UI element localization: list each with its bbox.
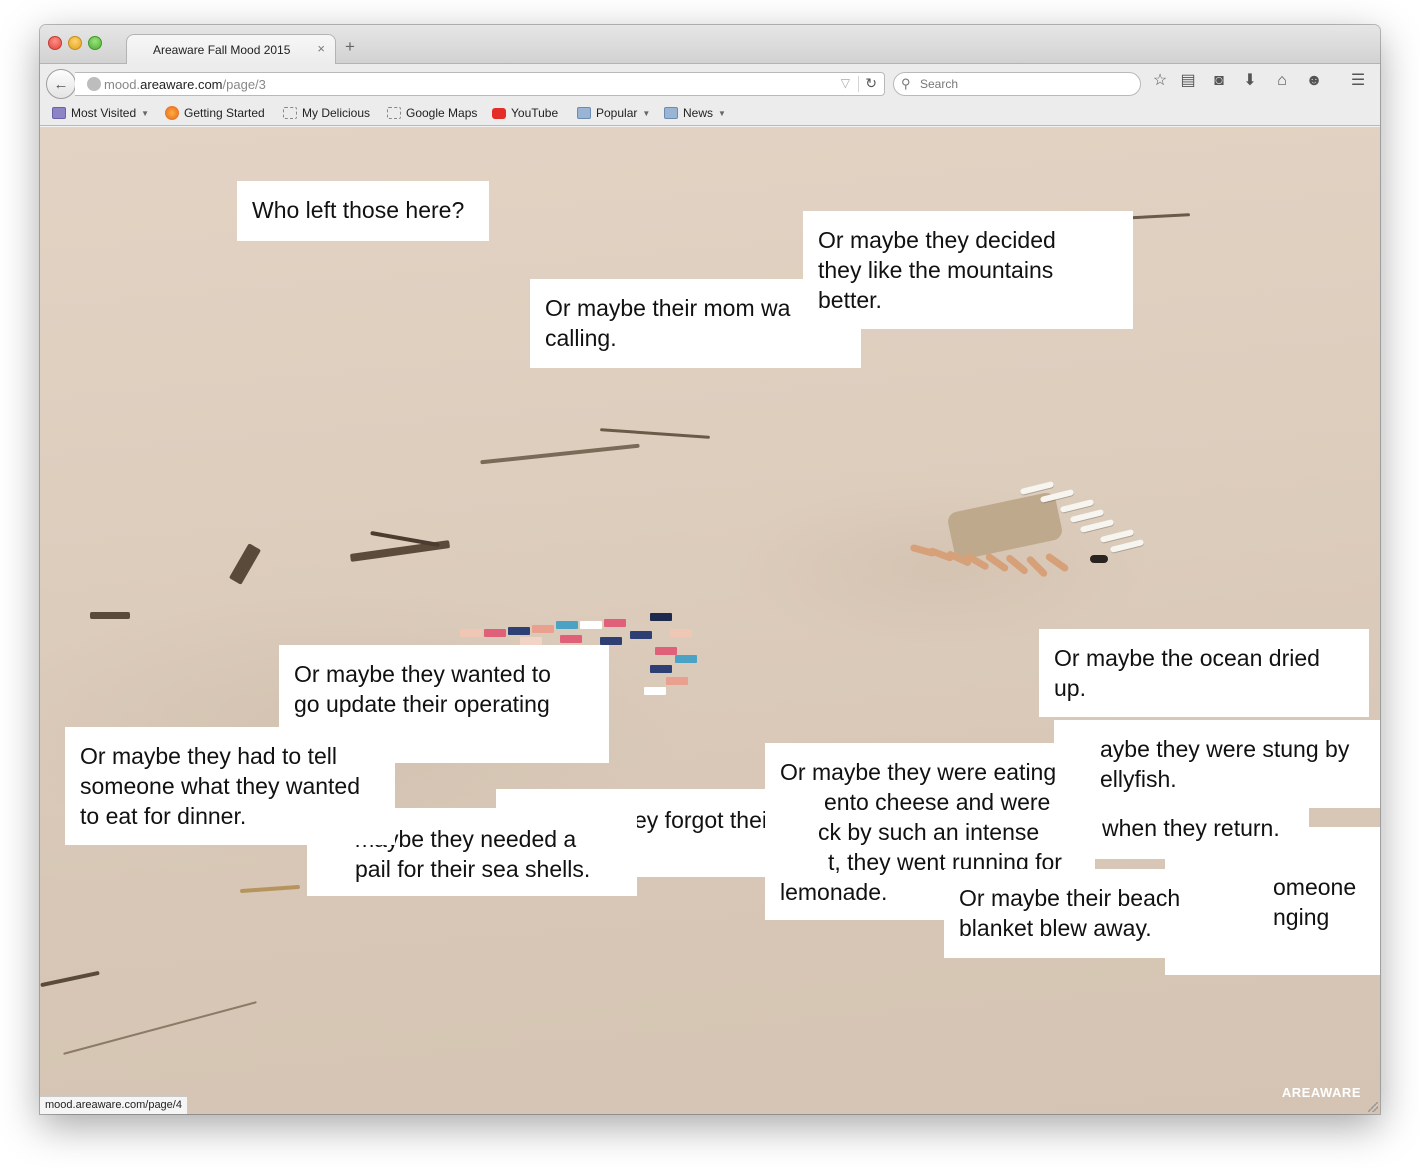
- folder-icon: [664, 107, 678, 119]
- note-line: Or maybe they wanted to: [294, 661, 551, 687]
- areaware-logo[interactable]: AREAWARE: [1282, 1085, 1361, 1100]
- bookmark-most-visited[interactable]: Most Visited ▼: [52, 106, 149, 120]
- note-line: Or maybe the ocean dried: [1054, 645, 1320, 671]
- download-icon[interactable]: ⬇: [1240, 73, 1260, 89]
- menu-icon[interactable]: ☰: [1348, 73, 1368, 89]
- note-line: when they return.: [1102, 815, 1280, 841]
- search-icon: ⚲: [901, 76, 911, 91]
- new-tab-icon[interactable]: +: [345, 38, 355, 55]
- zoom-window-button[interactable]: [88, 36, 102, 50]
- note-line: go update their operating: [294, 691, 550, 717]
- note-who-left: Who left those here?: [237, 181, 489, 241]
- chevron-down-icon: ▼: [642, 108, 651, 118]
- bookmark-popular[interactable]: Popular ▼: [577, 106, 650, 120]
- browser-window: Areaware Fall Mood 2015 × + ← mood.areaw…: [40, 25, 1380, 1114]
- note-when-return: when they return.: [1087, 799, 1309, 859]
- close-window-button[interactable]: [48, 36, 62, 50]
- navigation-toolbar: ← mood.areaware.com/page/3 ▽ ↻ ⚲ Search …: [40, 64, 1380, 102]
- resize-grip-icon[interactable]: [1368, 1102, 1378, 1112]
- note-line: maybe they needed a: [355, 826, 577, 852]
- back-button[interactable]: ←: [46, 69, 76, 99]
- folder-icon: [52, 107, 66, 119]
- star-icon[interactable]: ☆: [1150, 73, 1170, 89]
- firefox-icon: [165, 106, 179, 120]
- note-line: up.: [1054, 675, 1086, 701]
- tab-close-icon[interactable]: ×: [317, 41, 325, 56]
- url-separator: [858, 76, 859, 92]
- note-line: ck by such an intense: [818, 819, 1040, 845]
- bookmark-google-maps[interactable]: Google Maps: [387, 106, 477, 120]
- search-placeholder: Search: [920, 77, 959, 91]
- note-line: Or maybe they were eating: [780, 759, 1057, 785]
- chevron-down-icon: ▼: [718, 108, 726, 118]
- note-line: Who left those here?: [252, 197, 465, 223]
- youtube-icon: [492, 107, 506, 119]
- page-icon: [283, 107, 297, 119]
- note-line: they like the mountains: [818, 257, 1054, 283]
- bookmarks-toolbar: Most Visited ▼ Getting Started My Delicio…: [40, 102, 1380, 126]
- home-icon[interactable]: ⌂: [1272, 73, 1292, 89]
- pocket-icon[interactable]: ◙: [1209, 73, 1229, 89]
- note-line: to eat for dinner.: [80, 803, 247, 829]
- minimize-window-button[interactable]: [68, 36, 82, 50]
- page-icon: [387, 107, 401, 119]
- note-line: pail for their sea shells.: [355, 856, 591, 882]
- bookmark-news[interactable]: News ▼: [664, 106, 726, 120]
- bookmark-my-delicious[interactable]: My Delicious: [283, 106, 370, 120]
- url-dropdown-icon[interactable]: ▽: [841, 76, 850, 90]
- bookmark-getting-started[interactable]: Getting Started: [165, 106, 265, 120]
- status-bar: mood.areaware.com/page/4: [40, 1096, 188, 1114]
- back-arrow-icon: ←: [53, 75, 69, 93]
- search-input[interactable]: ⚲ Search: [893, 72, 1141, 96]
- tab-areaware[interactable]: Areaware Fall Mood 2015 ×: [126, 34, 336, 65]
- tab-title: Areaware Fall Mood 2015: [153, 43, 291, 57]
- note-line: Or maybe their mom wa: [545, 295, 791, 321]
- note-line: Or maybe their beach: [959, 885, 1181, 911]
- note-dinner: Or maybe they had to tell someone what t…: [65, 727, 395, 845]
- url-text: mood.areaware.com/page/3: [104, 77, 266, 92]
- note-line: calling.: [545, 325, 617, 351]
- url-bar[interactable]: mood.areaware.com/page/3 ▽ ↻: [75, 72, 885, 96]
- reload-icon[interactable]: ↻: [865, 75, 877, 92]
- note-line: blanket blew away.: [959, 915, 1152, 941]
- note-line: better.: [818, 287, 882, 313]
- note-jellyfish: aybe they were stung by ellyfish.: [1054, 720, 1380, 808]
- note-line: Or maybe they had to tell: [80, 743, 337, 769]
- note-line: Or maybe they decided: [818, 227, 1056, 253]
- note-line: nging: [1273, 904, 1330, 930]
- note-line: aybe they were stung by: [1100, 736, 1350, 762]
- chat-icon[interactable]: ☻: [1304, 73, 1324, 89]
- globe-icon: [87, 77, 101, 91]
- note-line: someone what they wanted: [80, 773, 361, 799]
- note-line: ento cheese and were: [824, 789, 1051, 815]
- note-ocean-dried: Or maybe the ocean dried up.: [1039, 629, 1369, 717]
- bookmark-youtube[interactable]: YouTube: [492, 106, 558, 120]
- note-mountains: Or maybe they decided they like the moun…: [803, 211, 1133, 329]
- reading-list-icon[interactable]: ▤: [1178, 73, 1198, 89]
- note-beach-blanket: Or maybe their beach blanket blew away.: [944, 869, 1274, 958]
- chevron-down-icon: ▼: [141, 108, 150, 118]
- note-line: omeone: [1273, 874, 1357, 900]
- folder-icon: [577, 107, 591, 119]
- note-line: ellyfish.: [1100, 766, 1177, 792]
- tab-strip: Areaware Fall Mood 2015 × +: [40, 25, 1380, 65]
- page-content: Who left those here? Or maybe their mom …: [40, 127, 1380, 1114]
